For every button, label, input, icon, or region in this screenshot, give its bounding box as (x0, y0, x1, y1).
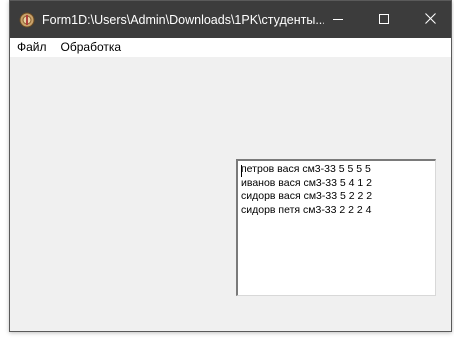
menu-item-processing[interactable]: Обработка (54, 38, 129, 57)
text-caret (241, 165, 242, 177)
close-icon (424, 11, 436, 29)
maximize-button[interactable] (361, 1, 407, 38)
maximize-icon (379, 11, 389, 29)
minimize-button[interactable] (315, 1, 361, 38)
memo-line: сидорв вася см3-33 5 2 2 2 (241, 190, 373, 202)
minimize-icon (333, 11, 343, 29)
memo-textarea[interactable]: петров вася см3-33 5 5 5 5 иванов вася с… (236, 159, 436, 296)
close-button[interactable] (407, 1, 453, 38)
menu-item-file[interactable]: Файл (10, 38, 54, 57)
title-bar[interactable]: Form1D:\Users\Admin\Downloads\1PK\студен… (10, 1, 451, 38)
memo-line: иванов вася см3-33 5 4 1 2 (241, 176, 372, 189)
memo-line: сидорв петя см3-33 2 2 2 4 (241, 203, 372, 216)
app-icon (19, 12, 35, 28)
app-window: Form1D:\Users\Admin\Downloads\1PK\студен… (9, 0, 452, 332)
menu-bar: Файл Обработка (10, 38, 451, 57)
memo-line: петров вася см3-33 5 5 5 5 (241, 163, 371, 175)
window-title: Form1D:\Users\Admin\Downloads\1PK\студен… (42, 12, 324, 27)
